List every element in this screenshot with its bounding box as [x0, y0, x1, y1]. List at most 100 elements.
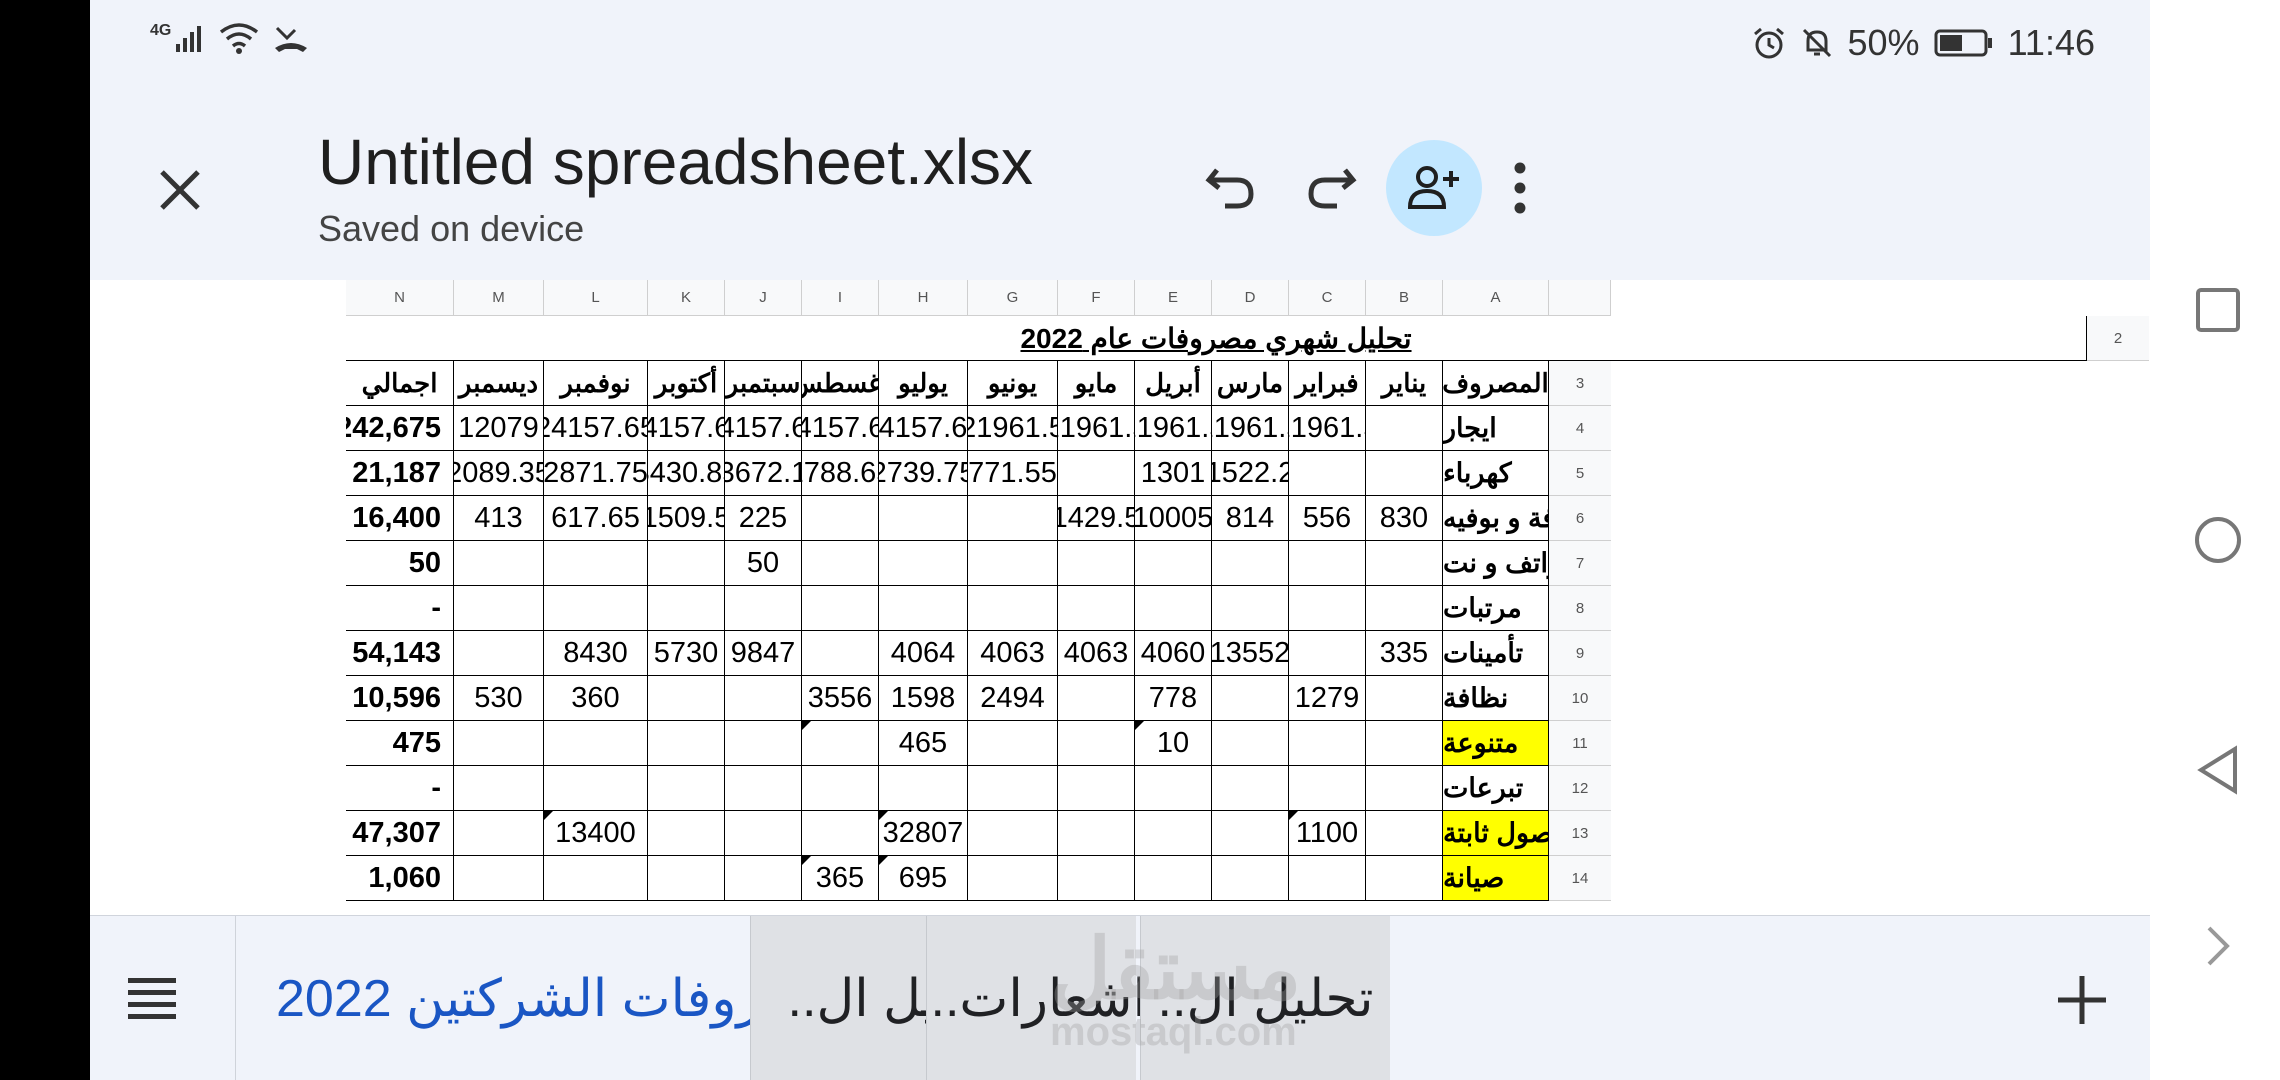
value-cell[interactable] — [1366, 766, 1443, 811]
all-sheets-menu-icon[interactable] — [120, 966, 184, 1030]
value-cell[interactable] — [648, 586, 725, 631]
expense-name-cell[interactable]: متنوعة — [1443, 721, 1549, 766]
value-cell[interactable] — [802, 721, 879, 766]
column-letter[interactable]: K — [648, 280, 725, 316]
value-cell[interactable] — [802, 496, 879, 541]
value-cell[interactable]: 13552 — [1212, 631, 1289, 676]
value-cell[interactable]: 4063 — [1058, 631, 1135, 676]
value-cell[interactable] — [544, 766, 648, 811]
column-header-cell[interactable]: أغسطس — [802, 361, 879, 406]
value-cell[interactable] — [1135, 811, 1212, 856]
expense-name-cell[interactable]: هواتف و نت — [1443, 541, 1549, 586]
total-cell[interactable]: 16,400 — [346, 496, 454, 541]
value-cell[interactable] — [1366, 676, 1443, 721]
value-cell[interactable] — [1058, 856, 1135, 901]
value-cell[interactable]: 465 — [879, 721, 968, 766]
value-cell[interactable] — [1289, 631, 1366, 676]
value-cell[interactable]: 617.65 — [544, 496, 648, 541]
value-cell[interactable] — [1289, 721, 1366, 766]
sheet-title-cell[interactable]: تحليل شهري مصروفات عام 2022 — [346, 316, 2087, 361]
total-cell[interactable]: 475 — [346, 721, 454, 766]
value-cell[interactable] — [648, 676, 725, 721]
column-header-cell[interactable]: اجمالي — [346, 361, 454, 406]
column-header-cell[interactable]: فبراير — [1289, 361, 1366, 406]
value-cell[interactable] — [1058, 451, 1135, 496]
row-number[interactable]: 4 — [1549, 406, 1611, 451]
value-cell[interactable] — [1135, 766, 1212, 811]
value-cell[interactable] — [879, 541, 968, 586]
value-cell[interactable]: 225 — [725, 496, 802, 541]
value-cell[interactable] — [1289, 766, 1366, 811]
value-cell[interactable] — [968, 856, 1058, 901]
value-cell[interactable] — [544, 721, 648, 766]
value-cell[interactable]: 1598 — [879, 676, 968, 721]
value-cell[interactable]: 5730 — [648, 631, 725, 676]
value-cell[interactable] — [648, 811, 725, 856]
column-letter[interactable]: G — [968, 280, 1058, 316]
value-cell[interactable] — [1289, 856, 1366, 901]
value-cell[interactable] — [1212, 766, 1289, 811]
row-number[interactable]: 8 — [1549, 586, 1611, 631]
share-button[interactable] — [1386, 140, 1482, 236]
value-cell[interactable] — [1058, 541, 1135, 586]
value-cell[interactable] — [879, 496, 968, 541]
value-cell[interactable]: 814 — [1212, 496, 1289, 541]
column-letter[interactable]: D — [1212, 280, 1289, 316]
more-options-button[interactable] — [1472, 140, 1568, 236]
value-cell[interactable]: 695 — [879, 856, 968, 901]
value-cell[interactable]: 21961.5 — [1289, 406, 1366, 451]
value-cell[interactable] — [802, 811, 879, 856]
value-cell[interactable]: 1429.5 — [1058, 496, 1135, 541]
value-cell[interactable]: 21961.5 — [1058, 406, 1135, 451]
value-cell[interactable] — [544, 856, 648, 901]
column-letter[interactable]: E — [1135, 280, 1212, 316]
value-cell[interactable] — [1212, 676, 1289, 721]
value-cell[interactable] — [454, 631, 544, 676]
value-cell[interactable] — [454, 721, 544, 766]
total-cell[interactable]: 10,596 — [346, 676, 454, 721]
total-cell[interactable]: 54,143 — [346, 631, 454, 676]
column-header-cell[interactable]: مارس — [1212, 361, 1289, 406]
total-cell[interactable]: 47,307 — [346, 811, 454, 856]
value-cell[interactable] — [1212, 721, 1289, 766]
expense-name-cell[interactable]: مرتبات — [1443, 586, 1549, 631]
value-cell[interactable] — [1212, 856, 1289, 901]
value-cell[interactable] — [1366, 406, 1443, 451]
redo-button[interactable] — [1283, 140, 1379, 236]
value-cell[interactable] — [725, 811, 802, 856]
value-cell[interactable] — [725, 676, 802, 721]
expense-name-cell[interactable]: صيانة — [1443, 856, 1549, 901]
value-cell[interactable] — [725, 721, 802, 766]
home-button[interactable] — [2190, 512, 2246, 568]
value-cell[interactable]: 335 — [1366, 631, 1443, 676]
expense-name-cell[interactable]: نظافة — [1443, 676, 1549, 721]
value-cell[interactable] — [1058, 811, 1135, 856]
value-cell[interactable] — [544, 586, 648, 631]
value-cell[interactable]: 3556 — [802, 676, 879, 721]
value-cell[interactable]: 9847 — [725, 631, 802, 676]
column-letter[interactable]: L — [544, 280, 648, 316]
total-cell[interactable]: - — [346, 586, 454, 631]
value-cell[interactable] — [454, 766, 544, 811]
expense-name-cell[interactable]: اصول ثابتة — [1443, 811, 1549, 856]
value-cell[interactable] — [1058, 766, 1135, 811]
value-cell[interactable]: 360 — [544, 676, 648, 721]
value-cell[interactable]: 24157.65 — [725, 406, 802, 451]
value-cell[interactable] — [1135, 856, 1212, 901]
value-cell[interactable]: 1301 — [1135, 451, 1212, 496]
row-number[interactable]: 6 — [1549, 496, 1611, 541]
column-letter[interactable]: H — [879, 280, 968, 316]
value-cell[interactable]: 8430 — [544, 631, 648, 676]
value-cell[interactable] — [1289, 541, 1366, 586]
value-cell[interactable]: 24157.65 — [648, 406, 725, 451]
spreadsheet-grid[interactable]: NMLKJIHGFEDCBA تحليل شهري مصروفات عام 20… — [90, 280, 2150, 915]
value-cell[interactable]: 778 — [1135, 676, 1212, 721]
value-cell[interactable] — [725, 856, 802, 901]
column-header-cell[interactable]: أكتوبر — [648, 361, 725, 406]
value-cell[interactable] — [725, 586, 802, 631]
value-cell[interactable]: 771.55 — [968, 451, 1058, 496]
column-header-cell[interactable]: يناير — [1366, 361, 1443, 406]
row-number[interactable]: 5 — [1549, 451, 1611, 496]
column-letter[interactable]: M — [454, 280, 544, 316]
value-cell[interactable] — [1366, 811, 1443, 856]
